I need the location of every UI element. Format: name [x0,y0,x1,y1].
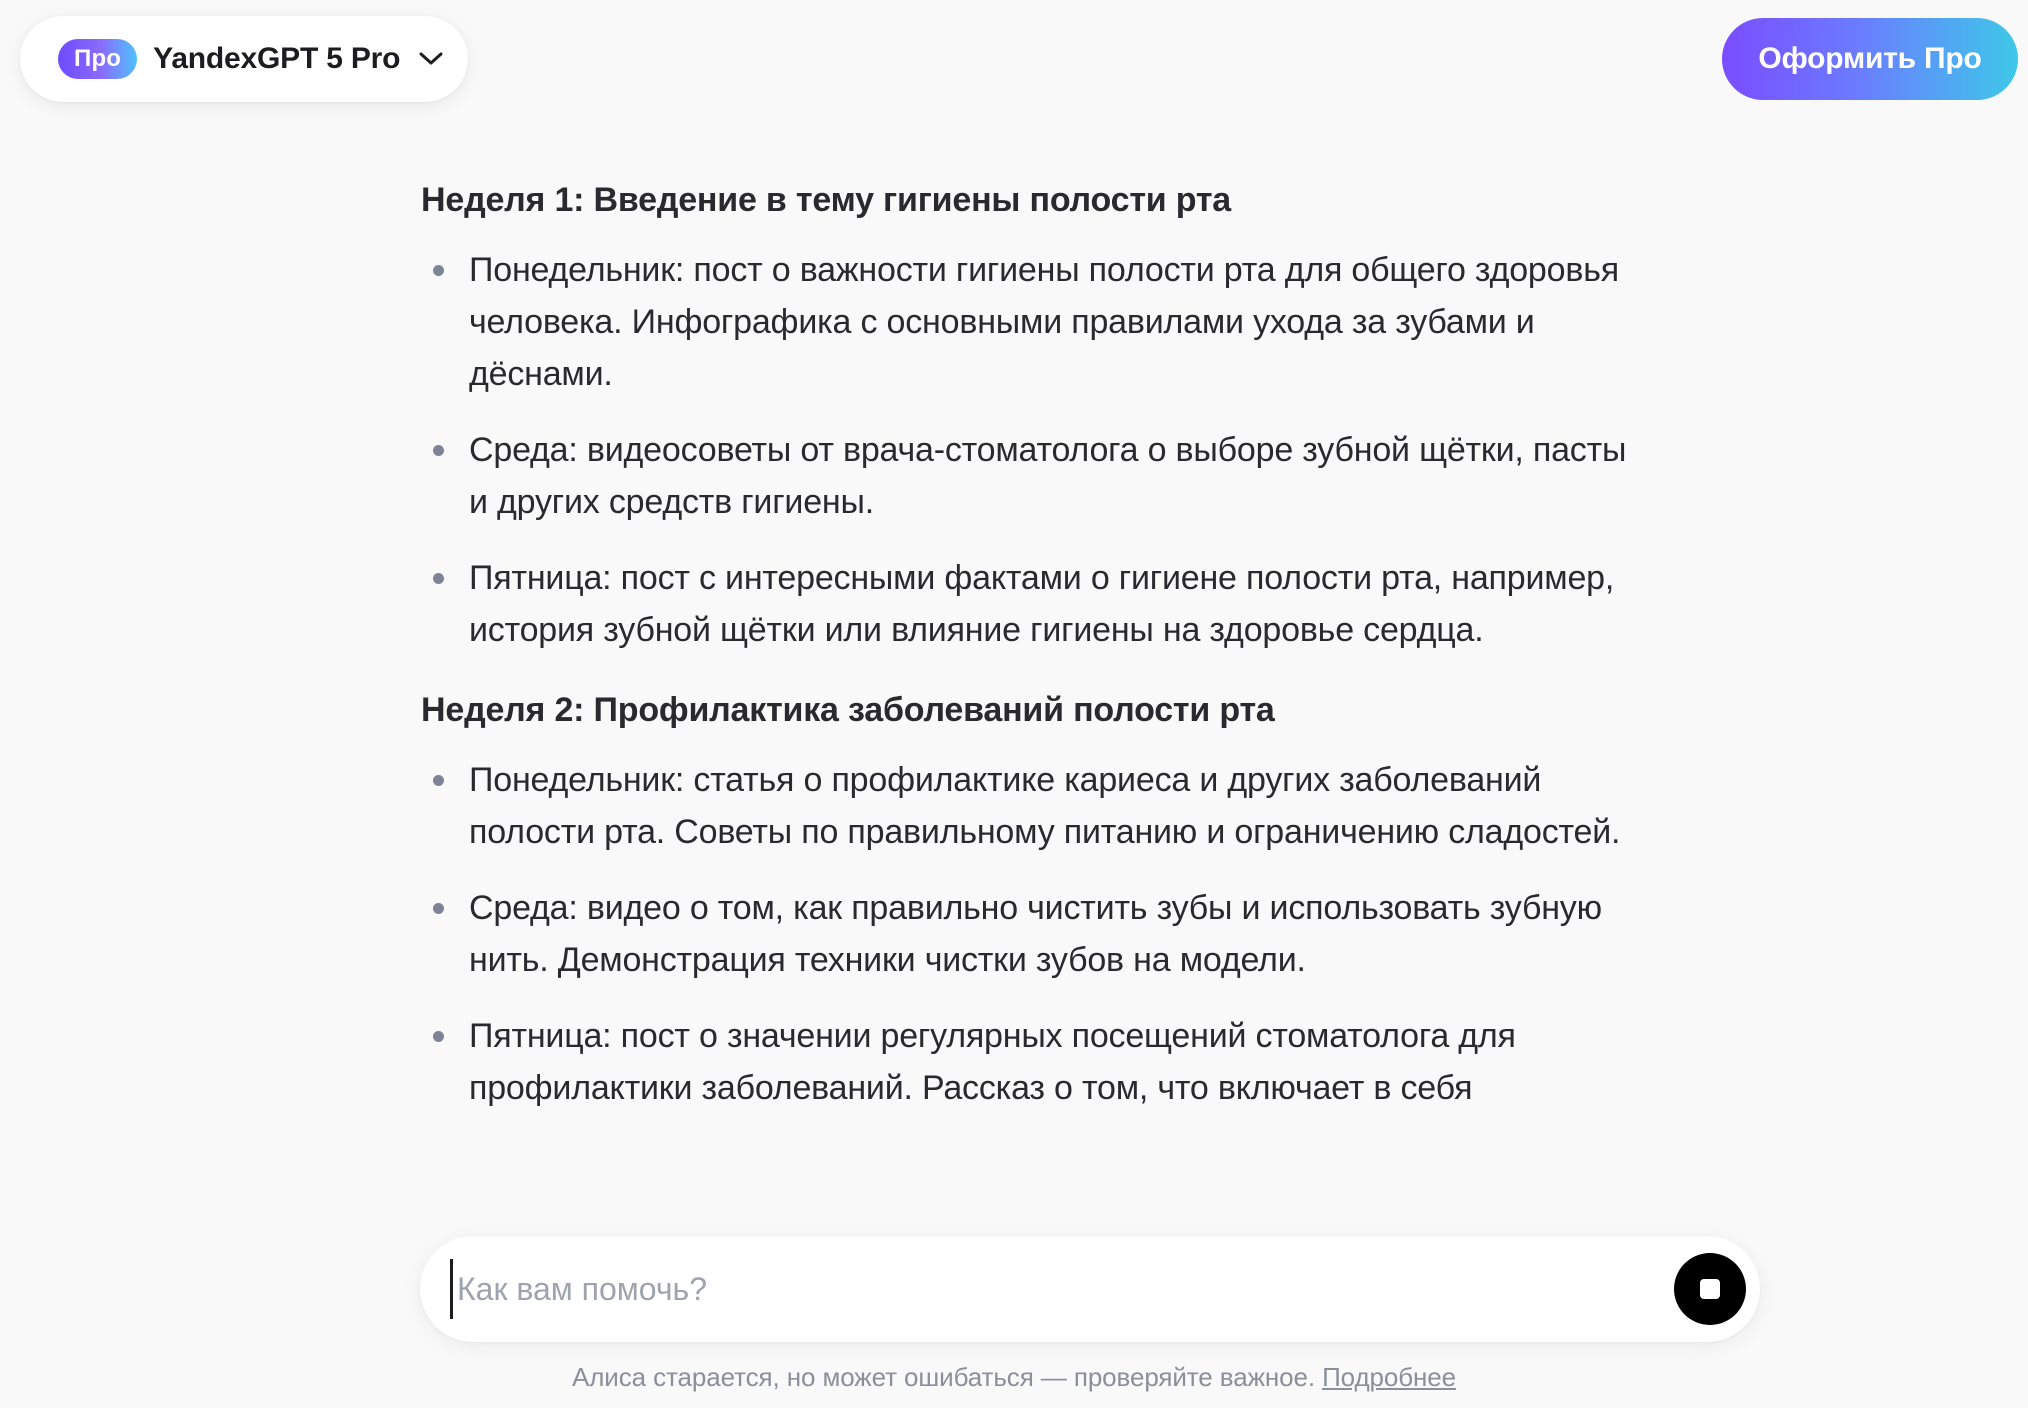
model-name: YandexGPT 5 Pro [153,42,401,75]
chat-input[interactable] [450,1259,1674,1319]
stop-generation-button[interactable] [1674,1253,1746,1325]
list-item-text: Понедельник: статья о профилактике карие… [469,761,1621,851]
pro-badge: Про [58,39,138,79]
list-item: Понедельник: пост о важности гигиены пол… [421,244,1631,400]
bullet-icon [433,265,444,276]
model-selector[interactable]: Про YandexGPT 5 Pro [20,16,468,102]
assistant-message: Неделя 1: Введение в тему гигиены полост… [421,170,1631,1230]
bullet-icon [433,573,444,584]
list-item-text: Пятница: пост с интересными фактами о ги… [469,559,1615,649]
list-item: Понедельник: статья о профилактике карие… [421,754,1631,858]
bullet-icon [433,775,444,786]
bullet-icon [433,445,444,456]
content-fade [421,1140,1631,1230]
week-heading: Неделя 1: Введение в тему гигиены полост… [421,181,1232,219]
list-item-text: Среда: видео о том, как правильно чистит… [469,889,1602,979]
bullet-icon [433,903,444,914]
more-info-link[interactable]: Подробнее [1322,1362,1456,1392]
week-section: Неделя 1: Введение в тему гигиены полост… [421,170,1631,656]
week-list: Понедельник: статья о профилактике карие… [421,754,1631,1114]
list-item: Пятница: пост с интересными фактами о ги… [421,552,1631,656]
list-item-text: Среда: видеосоветы от врача-стоматолога … [469,431,1627,521]
disclaimer-text: Алиса старается, но может ошибаться — пр… [571,1362,1315,1392]
week-heading: Неделя 2: Профилактика заболеваний полос… [421,691,1275,729]
bullet-icon [433,1031,444,1042]
chat-page: Про YandexGPT 5 Pro Оформить Про Неделя … [0,0,2028,1408]
stop-icon [1700,1279,1720,1299]
week-section: Неделя 2: Профилактика заболеваний полос… [421,680,1631,1114]
list-item-text: Пятница: пост о значении регулярных посе… [469,1017,1516,1107]
list-item: Среда: видеосоветы от врача-стоматолога … [421,424,1631,528]
list-item-text: Понедельник: пост о важности гигиены пол… [469,251,1619,393]
chat-input-bar [420,1236,1760,1342]
chevron-down-icon [418,46,444,72]
subscribe-pro-button[interactable]: Оформить Про [1722,18,2018,100]
disclaimer: Алиса старается, но может ошибаться — пр… [0,1362,2028,1393]
week-list: Понедельник: пост о важности гигиены пол… [421,244,1631,656]
list-item: Пятница: пост о значении регулярных посе… [421,1010,1631,1114]
list-item: Среда: видео о том, как правильно чистит… [421,882,1631,986]
